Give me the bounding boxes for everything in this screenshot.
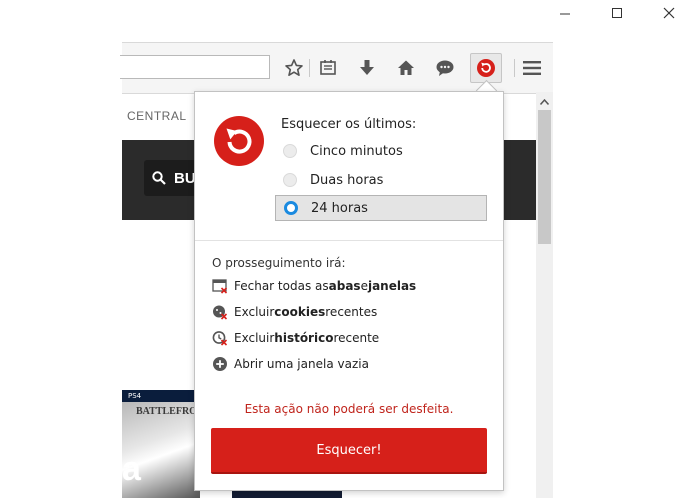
downloads-button[interactable] xyxy=(355,56,379,80)
site-nav-central-link[interactable]: CENTRAL xyxy=(127,109,187,123)
forget-large-icon xyxy=(214,116,264,166)
undo-warning: Esta ação não poderá ser desfeita. xyxy=(244,402,454,416)
plus-circle-icon xyxy=(213,357,227,371)
forget-addon-icon xyxy=(477,59,495,77)
url-bar[interactable] xyxy=(120,55,270,79)
cookie-icon xyxy=(213,305,228,320)
forget-heading: Esquecer os últimos: xyxy=(281,117,417,132)
consequence-close-tabs: Fechar todas as abas e janelas xyxy=(212,277,416,295)
scrollbar-thumb[interactable] xyxy=(538,110,551,244)
option-24-hours[interactable]: 24 horas xyxy=(275,195,487,221)
home-button[interactable] xyxy=(394,56,418,80)
scroll-up-button[interactable] xyxy=(536,96,553,108)
radio-24-hours[interactable] xyxy=(284,201,298,215)
menu-button[interactable] xyxy=(520,56,544,80)
close-windows-icon xyxy=(212,279,228,294)
chat-button[interactable] xyxy=(433,56,457,80)
forget-button[interactable]: Esquecer! xyxy=(211,428,487,474)
option-label: 24 horas xyxy=(311,200,368,216)
history-icon xyxy=(212,331,228,346)
close-icon xyxy=(663,7,675,19)
chat-icon xyxy=(436,60,454,76)
download-icon xyxy=(360,60,374,75)
close-button[interactable] xyxy=(643,0,695,26)
bookmark-star-button[interactable] xyxy=(282,56,306,80)
consequence-open-window: Abrir uma janela vazia xyxy=(212,355,369,373)
maximize-button[interactable] xyxy=(591,0,643,26)
window-controls xyxy=(539,0,695,26)
option-label: Duas horas xyxy=(310,172,384,188)
search-icon xyxy=(152,171,166,185)
home-icon xyxy=(398,60,414,75)
radio-two-hours[interactable] xyxy=(283,173,297,187)
consequence-delete-history: Excluir histórico recente xyxy=(212,329,379,347)
star-icon xyxy=(285,59,303,76)
maximize-icon xyxy=(612,8,622,18)
forget-popup-panel: Esquecer os últimos: Cinco minutos Duas … xyxy=(194,91,504,491)
game-cover-image[interactable]: PS4 BATTLEFRONT a xyxy=(122,390,200,498)
game-title: BATTLEFRONT xyxy=(136,406,200,417)
chevron-up-icon xyxy=(540,99,549,105)
minimize-button[interactable] xyxy=(539,0,591,26)
site-search-label: BU xyxy=(174,169,196,187)
reading-list-button[interactable] xyxy=(316,56,340,80)
minimize-icon xyxy=(560,13,570,15)
consequence-title: O prosseguimento irá: xyxy=(212,256,346,270)
radio-five-minutes[interactable] xyxy=(283,144,297,158)
headline-letter: a xyxy=(122,450,141,488)
reading-list-icon xyxy=(320,60,336,75)
game-platform-label: PS4 xyxy=(122,390,200,402)
menu-icon xyxy=(523,61,541,75)
option-label: Cinco minutos xyxy=(310,143,403,159)
popup-divider xyxy=(195,240,503,241)
option-two-hours[interactable]: Duas horas xyxy=(275,167,487,193)
consequence-delete-cookies: Excluir cookies recentes xyxy=(212,303,377,321)
option-five-minutes[interactable]: Cinco minutos xyxy=(275,138,487,164)
